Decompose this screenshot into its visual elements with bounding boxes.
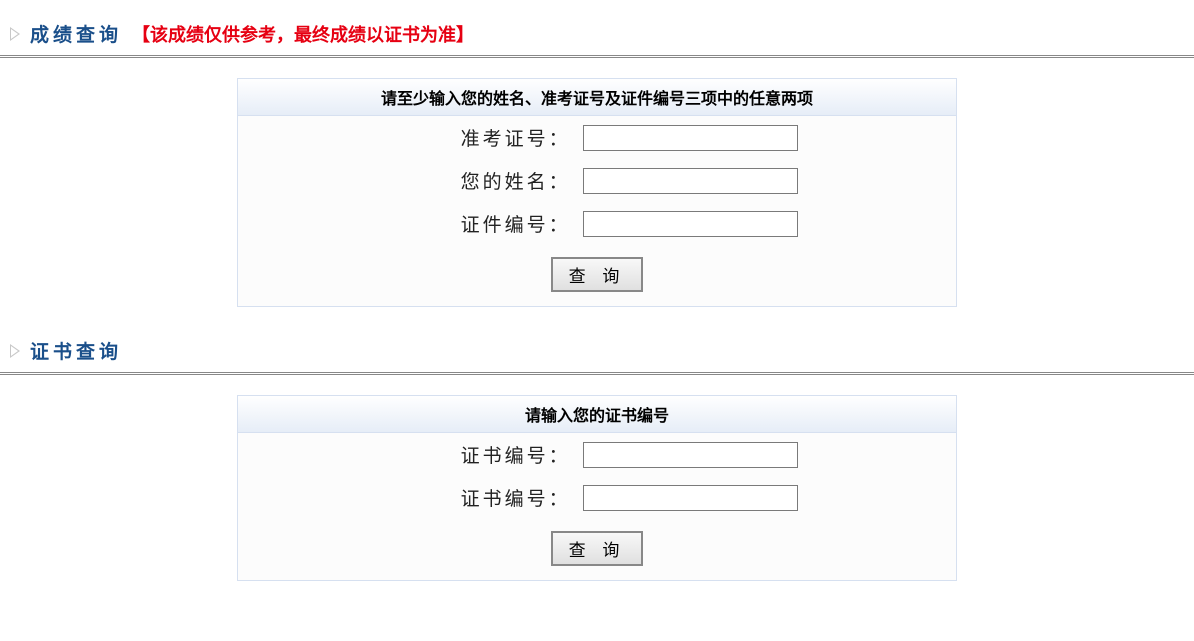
score-query-button[interactable]: 查 询: [551, 257, 644, 292]
cert-num2-input[interactable]: [583, 485, 798, 511]
score-idnum-input[interactable]: [583, 211, 798, 237]
cert-submit-row: 查 询: [238, 519, 956, 580]
cert-num1-label: 证书编号：: [238, 441, 583, 468]
score-form-header: 请至少输入您的姓名、准考证号及证件编号三项中的任意两项: [238, 79, 956, 116]
score-name-row: 您的姓名：: [238, 159, 956, 202]
score-section-title: 成绩查询: [30, 20, 122, 47]
cert-num2-row: 证书编号：: [238, 476, 956, 519]
score-name-label: 您的姓名：: [238, 167, 583, 194]
cert-query-button[interactable]: 查 询: [551, 531, 644, 566]
cert-section-header: 证书查询: [0, 337, 1194, 375]
score-submit-row: 查 询: [238, 245, 956, 306]
score-idnum-label: 证件编号：: [238, 210, 583, 237]
cert-form-header: 请输入您的证书编号: [238, 396, 956, 433]
score-name-input[interactable]: [583, 168, 798, 194]
score-form-box: 请至少输入您的姓名、准考证号及证件编号三项中的任意两项 准考证号： 您的姓名： …: [237, 78, 957, 307]
cert-num2-label: 证书编号：: [238, 484, 583, 511]
triangle-right-icon: [10, 27, 20, 41]
score-idnum-row: 证件编号：: [238, 202, 956, 245]
score-ticket-row: 准考证号：: [238, 116, 956, 159]
cert-num1-input[interactable]: [583, 442, 798, 468]
score-section-note: 【该成绩仅供参考，最终成绩以证书为准】: [132, 21, 474, 47]
score-ticket-label: 准考证号：: [238, 124, 583, 151]
cert-form-box: 请输入您的证书编号 证书编号： 证书编号： 查 询: [237, 395, 957, 581]
triangle-right-icon: [10, 344, 20, 358]
cert-num1-row: 证书编号：: [238, 433, 956, 476]
score-ticket-input[interactable]: [583, 125, 798, 151]
cert-section-title: 证书查询: [30, 337, 122, 364]
score-section-header: 成绩查询 【该成绩仅供参考，最终成绩以证书为准】: [0, 20, 1194, 58]
